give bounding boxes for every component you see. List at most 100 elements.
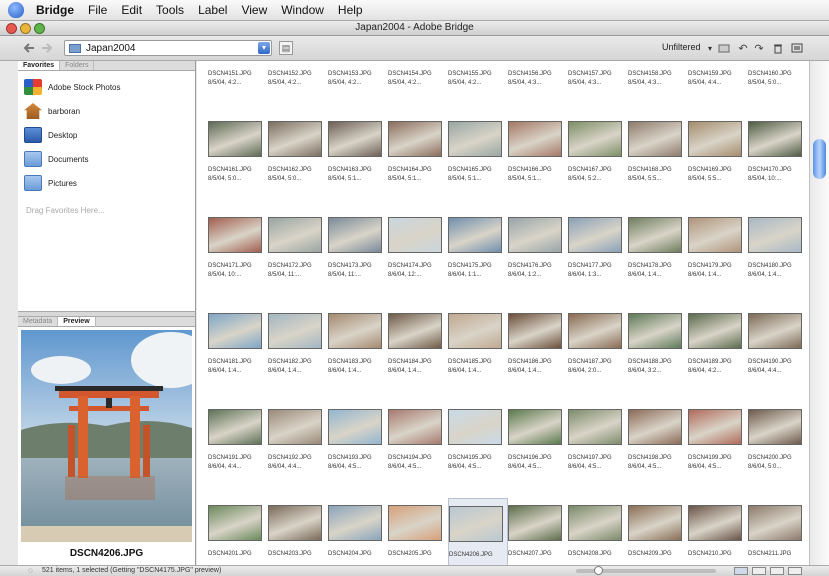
back-arrow-icon[interactable] (22, 41, 36, 55)
menu-view[interactable]: View (241, 3, 267, 17)
thumbnail-item[interactable]: DSCN4195.JPG 8/6/04, 4:5... (448, 402, 508, 498)
thumbnail-item[interactable]: DSCN4186.JPG 8/6/04, 1:4... (508, 306, 568, 402)
go-to-parent-icon[interactable]: ▤ (279, 41, 293, 55)
thumbnail-item[interactable]: DSCN4182.JPG 8/6/04, 1:4... (268, 306, 328, 402)
thumbnail-item[interactable]: DSCN4206.JPG (448, 498, 508, 565)
delete-icon[interactable] (772, 41, 784, 55)
thumbnail-item[interactable]: DSCN4166.JPG 8/5/04, 5:1... (508, 114, 568, 210)
thumbnail-item[interactable]: DSCN4183.JPG 8/6/04, 1:4... (328, 306, 388, 402)
thumbnail-item[interactable]: DSCN4184.JPG 8/6/04, 1:4... (388, 306, 448, 402)
tab-favorites[interactable]: Favorites (18, 61, 61, 70)
thumbnail-item[interactable]: DSCN4156.JPG 8/5/04, 4:3... (508, 61, 568, 114)
thumbnail-caption: DSCN4151.JPG 8/5/04, 4:2... (208, 70, 270, 88)
thumbnail-item[interactable]: DSCN4203.JPG (268, 498, 328, 565)
thumbnail-item[interactable]: DSCN4175.JPG 8/6/04, 1:1... (448, 210, 508, 306)
thumbnail-item[interactable]: DSCN4200.JPG 8/6/04, 5:0... (748, 402, 808, 498)
thumbnail-item[interactable]: DSCN4187.JPG 8/6/04, 2:0... (568, 306, 628, 402)
tab-preview[interactable]: Preview (58, 317, 96, 326)
thumbnail-item[interactable]: DSCN4194.JPG 8/6/04, 4:5... (388, 402, 448, 498)
thumbnail-item[interactable]: DSCN4164.JPG 8/5/04, 5:1... (388, 114, 448, 210)
thumbnail-item[interactable]: DSCN4171.JPG 8/5/04, 10:... (208, 210, 268, 306)
thumbnail-item[interactable]: DSCN4167.JPG 8/5/04, 5:2... (568, 114, 628, 210)
thumbnail-item[interactable]: DSCN4204.JPG (328, 498, 388, 565)
thumbnail-view-icon[interactable] (734, 567, 748, 575)
thumbnail-item[interactable]: DSCN4208.JPG (568, 498, 628, 565)
thumbnail-item[interactable]: DSCN4161.JPG 8/5/04, 5:0... (208, 114, 268, 210)
thumbnail-item[interactable]: DSCN4188.JPG 8/6/04, 3:2... (628, 306, 688, 402)
menu-tools[interactable]: Tools (156, 3, 184, 17)
menu-label[interactable]: Label (198, 3, 227, 17)
thumbnail-item[interactable]: DSCN4172.JPG 8/5/04, 11:... (268, 210, 328, 306)
thumbnail-item[interactable]: DSCN4170.JPG 8/5/04, 10:... (748, 114, 808, 210)
rotate-right-icon[interactable]: ↷ (753, 41, 765, 55)
thumbnail-item[interactable]: DSCN4153.JPG 8/5/04, 4:2... (328, 61, 388, 114)
thumbnail-item[interactable]: DSCN4199.JPG 8/6/04, 4:5... (688, 402, 748, 498)
thumbnail-item[interactable]: DSCN4190.JPG 8/6/04, 4:4... (748, 306, 808, 402)
menu-bridge[interactable]: Bridge (36, 3, 74, 17)
thumbnail-item[interactable]: DSCN4159.JPG 8/5/04, 4:4... (688, 61, 748, 114)
thumbnail-item[interactable]: DSCN4162.JPG 8/5/04, 5:0... (268, 114, 328, 210)
thumbnail-item[interactable]: DSCN4152.JPG 8/5/04, 4:2... (268, 61, 328, 114)
chevron-down-icon[interactable]: ▾ (258, 42, 270, 54)
thumbnail-item[interactable]: DSCN4211.JPG (748, 498, 808, 565)
favorite-barboran[interactable]: barboran (24, 101, 80, 121)
tab-folders[interactable]: Folders (60, 61, 95, 70)
thumbnail-item[interactable]: DSCN4178.JPG 8/6/04, 1:4... (628, 210, 688, 306)
versions-view-icon[interactable] (788, 567, 802, 575)
thumbnail-item[interactable]: DSCN4165.JPG 8/5/04, 5:1... (448, 114, 508, 210)
forward-arrow-icon[interactable] (40, 41, 54, 55)
slider-knob[interactable] (594, 566, 603, 575)
thumbnail-item[interactable]: DSCN4180.JPG 8/6/04, 1:4... (748, 210, 808, 306)
folder-path-dropdown[interactable]: Japan2004 ▾ (64, 40, 272, 56)
rotate-left-icon[interactable]: ↶ (737, 41, 749, 55)
favorite-desktop[interactable]: Desktop (24, 125, 77, 145)
favorite-adobe-stock-photos[interactable]: Adobe Stock Photos (24, 77, 121, 97)
thumbnail-item[interactable]: DSCN4205.JPG (388, 498, 448, 565)
thumbnail-item[interactable]: DSCN4173.JPG 8/5/04, 11:... (328, 210, 388, 306)
thumbnail-item[interactable]: DSCN4160.JPG 8/5/04, 5:0... (748, 61, 808, 114)
menu-file[interactable]: File (88, 3, 107, 17)
thumbnail-item[interactable]: DSCN4181.JPG 8/6/04, 1:4... (208, 306, 268, 402)
thumbnail-item[interactable]: DSCN4196.JPG 8/6/04, 4:5... (508, 402, 568, 498)
favorite-documents[interactable]: Documents (24, 149, 88, 169)
thumbnail-item[interactable]: DSCN4158.JPG 8/5/04, 4:3... (628, 61, 688, 114)
thumbnail-item[interactable]: DSCN4185.JPG 8/6/04, 1:4... (448, 306, 508, 402)
thumbnail-item[interactable]: DSCN4209.JPG (628, 498, 688, 565)
thumbnail-item[interactable]: DSCN4179.JPG 8/6/04, 1:4... (688, 210, 748, 306)
menu-edit[interactable]: Edit (121, 3, 142, 17)
thumbnail-item[interactable]: DSCN4207.JPG (508, 498, 568, 565)
favorite-pictures[interactable]: Pictures (24, 173, 77, 193)
thumbnail-item[interactable]: DSCN4176.JPG 8/6/04, 1:2... (508, 210, 568, 306)
thumbnail-size-slider[interactable] (576, 566, 716, 575)
thumbnail-item[interactable]: DSCN4191.JPG 8/6/04, 4:4... (208, 402, 268, 498)
apple-menu-icon[interactable] (8, 2, 24, 18)
thumbnail-item[interactable]: DSCN4177.JPG 8/6/04, 1:3... (568, 210, 628, 306)
thumbnail-item[interactable]: DSCN4192.JPG 8/6/04, 4:4... (268, 402, 328, 498)
details-view-icon[interactable] (770, 567, 784, 575)
new-folder-icon[interactable] (717, 41, 731, 55)
thumbnail-item[interactable]: DSCN4168.JPG 8/5/04, 5:5... (628, 114, 688, 210)
thumbnail-item[interactable]: DSCN4155.JPG 8/5/04, 4:2... (448, 61, 508, 114)
menu-help[interactable]: Help (338, 3, 363, 17)
thumbnail-item[interactable]: DSCN4169.JPG 8/5/04, 5:5... (688, 114, 748, 210)
compact-mode-icon[interactable] (790, 41, 804, 55)
filter-menu-label[interactable]: Unfiltered (662, 42, 701, 52)
thumbnail-item[interactable]: DSCN4163.JPG 8/5/04, 5:1... (328, 114, 388, 210)
thumbnail-item[interactable]: DSCN4174.JPG 8/6/04, 12:... (388, 210, 448, 306)
thumbnail-item[interactable]: DSCN4154.JPG 8/5/04, 4:2... (388, 61, 448, 114)
menu-window[interactable]: Window (281, 3, 324, 17)
thumbnail-item[interactable]: DSCN4210.JPG (688, 498, 748, 565)
tab-metadata[interactable]: Metadata (18, 317, 59, 326)
refresh-icon[interactable]: ◌ (28, 566, 33, 575)
thumbnail-item[interactable]: DSCN4189.JPG 8/6/04, 4:2... (688, 306, 748, 402)
thumbnail-item[interactable]: DSCN4151.JPG 8/5/04, 4:2... (208, 61, 268, 114)
vertical-scrollbar[interactable] (809, 61, 829, 565)
scrollbar-thumb[interactable] (813, 139, 826, 179)
thumbnail-item[interactable]: DSCN4157.JPG 8/5/04, 4:3... (568, 61, 628, 114)
thumbnail-item[interactable]: DSCN4193.JPG 8/6/04, 4:5... (328, 402, 388, 498)
thumbnail-item[interactable]: DSCN4201.JPG (208, 498, 268, 565)
thumbnail-item[interactable]: DSCN4197.JPG 8/6/04, 4:5... (568, 402, 628, 498)
filmstrip-view-icon[interactable] (752, 567, 766, 575)
filter-chevron-down-icon[interactable]: ▾ (704, 41, 716, 55)
thumbnail-item[interactable]: DSCN4198.JPG 8/6/04, 4:5... (628, 402, 688, 498)
